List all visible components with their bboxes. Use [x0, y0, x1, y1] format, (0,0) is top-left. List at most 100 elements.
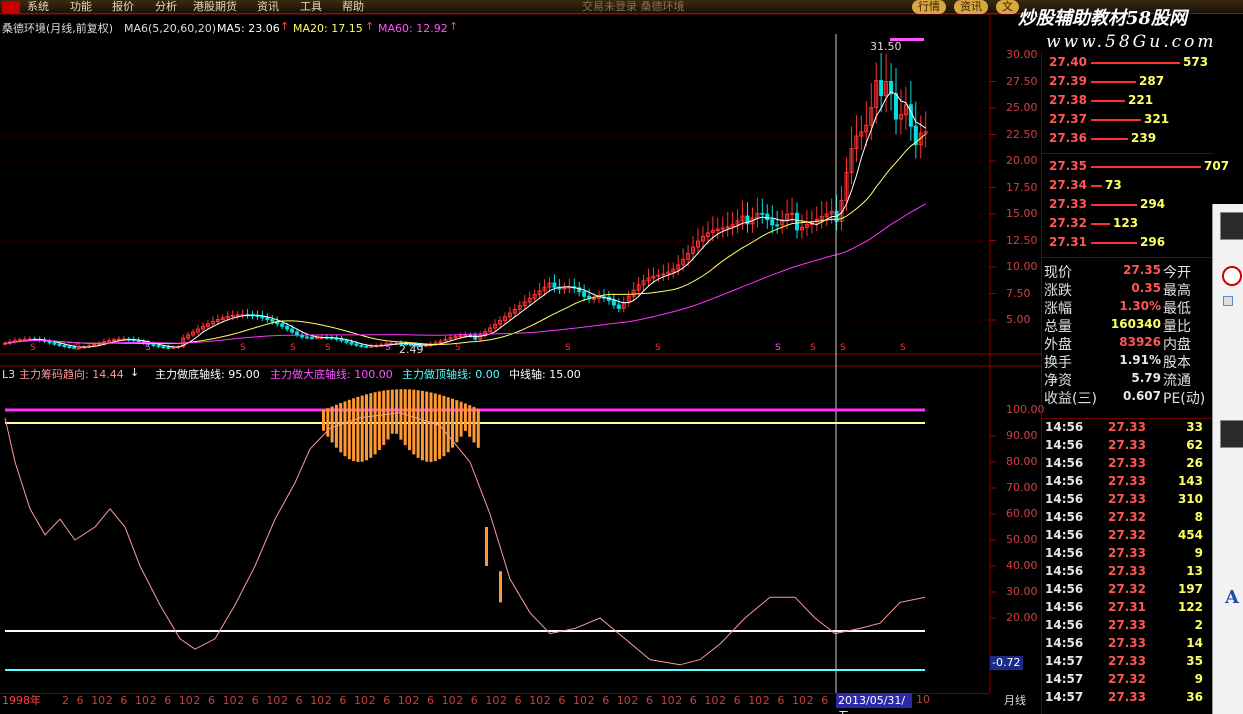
- signal-marker: S: [145, 343, 151, 353]
- candle-body: [290, 328, 295, 333]
- ma5-up-arrow-icon: ↑: [280, 20, 290, 33]
- menu-function[interactable]: 功能: [70, 0, 92, 14]
- menu-tools[interactable]: 工具: [300, 0, 322, 14]
- indicator-bar: [352, 398, 356, 462]
- menu-news[interactable]: 资讯: [257, 0, 279, 14]
- time-tick: 10: [178, 694, 193, 707]
- candle-body: [52, 342, 57, 345]
- ask-price: 27.37: [1049, 112, 1087, 126]
- indicator-bar: [365, 394, 368, 461]
- time-tick: 10: [485, 694, 500, 707]
- tick-row: 14:56 27.32 454: [1042, 527, 1213, 545]
- quote-row: 总量 160340 量比: [1042, 316, 1213, 335]
- ask-bar: [1091, 62, 1180, 64]
- ind-trend-label: 主力筹码趋向: 14.44: [19, 368, 124, 381]
- kline-chart[interactable]: SSSSSSSSSSSSSS: [0, 14, 1041, 693]
- tick-price: 27.32: [1108, 528, 1146, 542]
- ind-bottom-axis-label: 主力做底轴线: 95.00: [155, 368, 260, 381]
- quote-key: 涨跌: [1044, 283, 1072, 299]
- menu-quote[interactable]: 报价: [112, 0, 134, 14]
- tab-news[interactable]: 资讯: [954, 0, 988, 14]
- menu-hk-futures[interactable]: 港股期货: [193, 0, 237, 14]
- orderbook-divider: [1042, 153, 1213, 154]
- camera-icon[interactable]: [1223, 296, 1233, 306]
- tick-row: 14:57 27.33 35: [1042, 653, 1213, 671]
- indicator-tick: 60.00: [1006, 507, 1038, 520]
- time-tick: 10: [222, 694, 237, 707]
- quote-row: 涨幅 1.30% 最低: [1042, 298, 1213, 317]
- indicator-bar: [459, 401, 463, 437]
- indicator-bar: [395, 389, 399, 434]
- ask-row: 27.40 573: [1042, 53, 1213, 72]
- ma20-up-arrow-icon: ↑: [365, 20, 375, 33]
- indicator-tick: 100.00: [1006, 403, 1045, 416]
- time-tick: 10: [135, 694, 149, 707]
- indicator-tick: 90.00: [1006, 429, 1038, 442]
- tick-price: 27.33: [1108, 690, 1146, 704]
- ma-settings-label: MA6(5,20,60,20): [124, 22, 217, 35]
- indicator-bar: [377, 391, 381, 451]
- indicator-bar: [399, 389, 403, 440]
- signal-marker: S: [455, 343, 461, 353]
- tick-time: 14:56: [1045, 456, 1084, 470]
- tick-price: 27.33: [1108, 564, 1146, 578]
- quote-key-2: 股本: [1163, 355, 1191, 371]
- tick-time: 14:56: [1045, 438, 1084, 452]
- tab-text[interactable]: 文: [996, 0, 1019, 14]
- menu-help[interactable]: 帮助: [342, 0, 364, 14]
- tab-market[interactable]: 行情: [912, 0, 946, 14]
- indicator-tick: 40.00: [1006, 559, 1038, 572]
- tick-volume: 8: [1194, 510, 1203, 524]
- candle-body: [67, 346, 72, 349]
- quote-key: 换手: [1044, 355, 1072, 371]
- quote-row: 换手 1.91% 股本: [1042, 352, 1213, 371]
- signal-marker: S: [325, 343, 331, 353]
- watermark-title: 炒股辅助教材58股网: [1018, 8, 1188, 29]
- ask-vol: 239: [1131, 131, 1157, 145]
- refresh-circle-icon[interactable]: [1222, 266, 1242, 286]
- tick-time: 14:57: [1045, 654, 1084, 668]
- tick-volume: 143: [1177, 474, 1203, 488]
- font-a-icon[interactable]: A: [1221, 587, 1243, 609]
- ask-bar: [1091, 100, 1125, 102]
- time-tick: 10: [441, 694, 456, 707]
- time-tick: 2: [762, 694, 770, 707]
- bid-bar: [1091, 166, 1201, 168]
- tick-volume: 35: [1186, 654, 1203, 668]
- candle-body: [161, 346, 166, 349]
- candle-body: [22, 338, 27, 341]
- price-tick: 7.50: [1006, 286, 1031, 300]
- tick-volume: 454: [1177, 528, 1203, 542]
- time-tick: 10: [91, 694, 106, 707]
- quote-value: 83926: [1119, 335, 1161, 349]
- menu-system[interactable]: 系统: [27, 0, 49, 14]
- indicator-bar: [442, 395, 446, 457]
- time-tick: 2: [237, 694, 245, 707]
- chart-thumbnail-icon[interactable]: [1220, 212, 1243, 240]
- ask-bar: [1091, 119, 1141, 121]
- tick-price: 27.32: [1108, 510, 1146, 524]
- time-tick: 6: [733, 694, 741, 707]
- tick-time: 14:56: [1045, 510, 1084, 524]
- quote-divider: [1042, 257, 1213, 258]
- chart-thumbnail-2-icon[interactable]: [1220, 420, 1243, 448]
- tick-row: 14:56 27.33 62: [1042, 437, 1213, 455]
- quote-row: 收益(三) 0.607 PE(动): [1042, 388, 1213, 407]
- candle-body: [344, 340, 349, 343]
- tick-row: 14:56 27.33 14: [1042, 635, 1213, 653]
- time-tick: 2: [675, 694, 683, 707]
- indicator-bar: [446, 397, 450, 453]
- time-tick: 2: [806, 694, 814, 707]
- candle-body: [894, 93, 898, 120]
- candle-body: [260, 315, 265, 319]
- menu-analysis[interactable]: 分析: [155, 0, 177, 14]
- tick-price: 27.32: [1108, 582, 1146, 596]
- time-tick: 6: [558, 694, 566, 707]
- ask-vol: 321: [1144, 112, 1170, 126]
- candle-body: [295, 331, 300, 336]
- candle-body: [314, 336, 319, 339]
- candle-body: [765, 213, 770, 221]
- time-tick: 10: [616, 694, 631, 707]
- indicator-bar: [343, 401, 347, 457]
- tick-row: 14:56 27.33 13: [1042, 563, 1213, 581]
